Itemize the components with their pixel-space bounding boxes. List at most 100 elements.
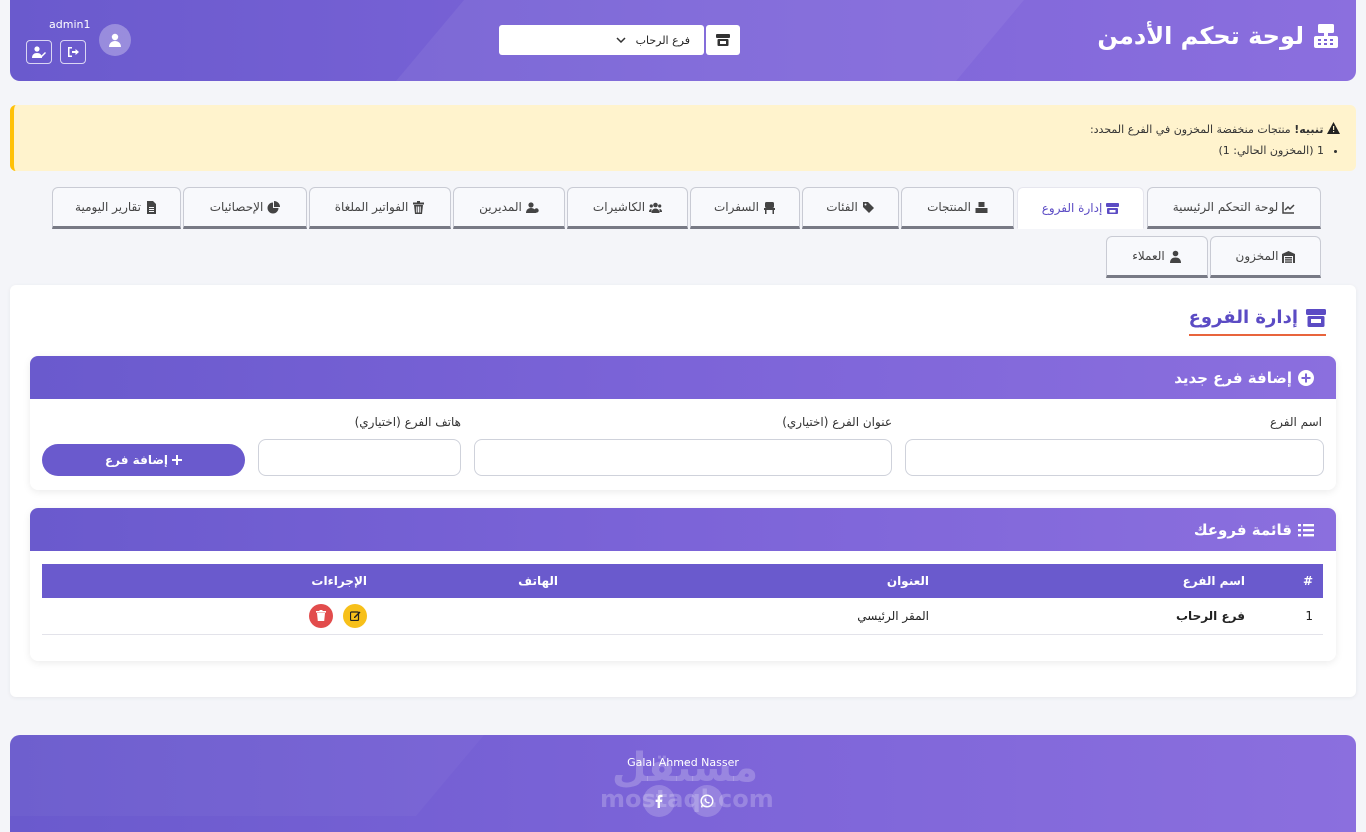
tab-inventory[interactable]: المخزون: [1210, 236, 1321, 278]
tab-customers[interactable]: العملاء: [1106, 236, 1208, 278]
top-header: لوحة تحكم الأدمن فرع الرحاب admin1: [10, 0, 1356, 81]
list-icon: [1298, 523, 1314, 536]
warning-icon: [1327, 122, 1340, 134]
delete-button[interactable]: [309, 603, 334, 628]
tab-label: السفرات: [713, 200, 760, 214]
store-icon: [1306, 308, 1326, 327]
app-title: لوحة تحكم الأدمن: [1097, 22, 1340, 50]
low-stock-alert: تنبيه! منتجات منخفضة المخزون في الفرع ال…: [10, 105, 1356, 171]
tab-categories[interactable]: الفئات: [802, 187, 899, 229]
page-title: إدارة الفروع: [1188, 307, 1326, 336]
facebook-link[interactable]: [643, 785, 675, 817]
tab-label: المخزون: [1235, 249, 1279, 263]
branch-address-field[interactable]: [474, 439, 892, 476]
store-icon: [716, 34, 730, 46]
plus-icon: [172, 455, 183, 465]
trash-icon: [413, 200, 425, 214]
user-icon: [109, 33, 121, 47]
tab-daily-reports[interactable]: تقارير اليومية: [52, 187, 181, 229]
tab-label: المنتجات: [927, 200, 971, 214]
cell-number: 1: [1255, 598, 1323, 635]
whatsapp-link[interactable]: [691, 785, 723, 817]
branch-selector: فرع الرحاب: [499, 25, 740, 55]
branches-list-card-header: قائمة فروعك: [30, 508, 1336, 551]
add-branch-card-header: إضافة فرع جديد: [30, 356, 1336, 399]
branch-address-label: عنوان الفرع (اختياري): [782, 415, 892, 429]
user-tie-icon: [525, 201, 539, 213]
pie-chart-icon: [267, 200, 281, 213]
warehouse-icon: [1282, 250, 1296, 263]
footer: مستقل mostaql.com Galal Ahmed Nasser: [10, 735, 1356, 832]
cash-register-icon: [1314, 24, 1338, 48]
footer-decoration: [10, 735, 484, 816]
trash-icon: [316, 610, 327, 622]
tab-dashboard[interactable]: لوحة التحكم الرئيسية: [1147, 187, 1321, 229]
chair-icon: [764, 201, 776, 214]
edit-icon: [349, 611, 360, 622]
file-icon: [146, 200, 156, 214]
add-branch-button-label: إضافة فرع: [104, 453, 169, 467]
users-icon: [649, 202, 663, 213]
store-button[interactable]: [706, 25, 740, 55]
footer-credit: Galal Ahmed Nasser: [627, 756, 739, 769]
main-panel: إدارة الفروع إضافة فرع جديد اسم الفرع عن…: [10, 285, 1356, 697]
col-actions: الإجراءات: [42, 564, 377, 598]
chevron-down-icon: [616, 35, 626, 46]
tab-branches[interactable]: إدارة الفروع: [1017, 187, 1144, 229]
facebook-icon: [655, 794, 663, 808]
table-header-row: # اسم الفرع العنوان الهاتف الإجراءات: [42, 564, 1323, 598]
username: admin1: [49, 18, 91, 31]
alert-item: 1 (المخزون الحالي: 1): [30, 140, 1325, 161]
alert-message: منتجات منخفضة المخزون في الفرع المحدد:: [1089, 123, 1291, 136]
profile-edit-button[interactable]: [26, 40, 52, 64]
add-branch-button[interactable]: إضافة فرع: [42, 444, 245, 476]
whatsapp-icon: [700, 794, 714, 808]
branch-name-label: اسم الفرع: [1269, 415, 1322, 429]
add-branch-card-title: إضافة فرع جديد: [1174, 368, 1292, 387]
col-address: العنوان: [568, 564, 939, 598]
page-title-text: إدارة الفروع: [1188, 307, 1298, 328]
tab-label: لوحة التحكم الرئيسية: [1172, 200, 1279, 214]
branch-name-field[interactable]: [905, 439, 1324, 476]
tab-cashiers[interactable]: الكاشيرات: [567, 187, 688, 229]
sign-out-icon: [68, 47, 79, 57]
branch-phone-label: هاتف الفرع (اختياري): [354, 415, 461, 429]
tab-label: الكاشيرات: [592, 200, 646, 214]
col-phone: الهاتف: [377, 564, 568, 598]
tab-label: العملاء: [1132, 249, 1165, 263]
edit-button[interactable]: [343, 603, 367, 628]
branch-select-value: فرع الرحاب: [635, 33, 690, 47]
branches-list-card: قائمة فروعك # اسم الفرع العنوان الهاتف ا…: [30, 508, 1336, 661]
branches-table: # اسم الفرع العنوان الهاتف الإجراءات 1 ف…: [42, 564, 1323, 635]
branch-select[interactable]: فرع الرحاب: [499, 25, 704, 55]
tab-managers[interactable]: المديرين: [453, 187, 565, 229]
tab-label: الإحصائيات: [209, 200, 264, 214]
app-title-text: لوحة تحكم الأدمن: [1097, 22, 1304, 50]
branch-phone-field[interactable]: [258, 439, 461, 476]
branches-list-card-title: قائمة فروعك: [1193, 520, 1292, 539]
tab-cancelled-invoices[interactable]: الفواتير الملغاة: [309, 187, 451, 229]
tab-statistics[interactable]: الإحصائيات: [183, 187, 307, 229]
tab-label: تقارير اليومية: [75, 200, 141, 214]
cell-phone: [377, 598, 568, 635]
col-branch-name: اسم الفرع: [939, 564, 1255, 598]
tags-icon: [862, 201, 874, 213]
tab-tables[interactable]: السفرات: [690, 187, 800, 229]
tab-products[interactable]: المنتجات: [901, 187, 1014, 229]
user-edit-icon: [32, 46, 46, 58]
boxes-icon: [975, 201, 988, 213]
tab-label: إدارة الفروع: [1041, 201, 1103, 215]
avatar[interactable]: [99, 24, 131, 56]
add-branch-card: إضافة فرع جديد اسم الفرع عنوان الفرع (اخ…: [30, 356, 1336, 490]
tab-label: الفئات: [826, 200, 858, 214]
tab-label: الفواتير الملغاة: [334, 200, 409, 214]
tab-label: المديرين: [479, 200, 522, 214]
chart-line-icon: [1282, 201, 1295, 214]
alert-title: تنبيه!: [1294, 123, 1324, 136]
table-row: 1 فرع الرحاب المقر الرئيسي: [42, 598, 1323, 635]
logout-button[interactable]: [60, 40, 86, 64]
alert-header: تنبيه! منتجات منخفضة المخزون في الفرع ال…: [30, 119, 1340, 140]
cell-actions: [42, 598, 377, 635]
store-icon: [1106, 202, 1120, 214]
watermark-latin: mostaql.com: [600, 785, 774, 813]
